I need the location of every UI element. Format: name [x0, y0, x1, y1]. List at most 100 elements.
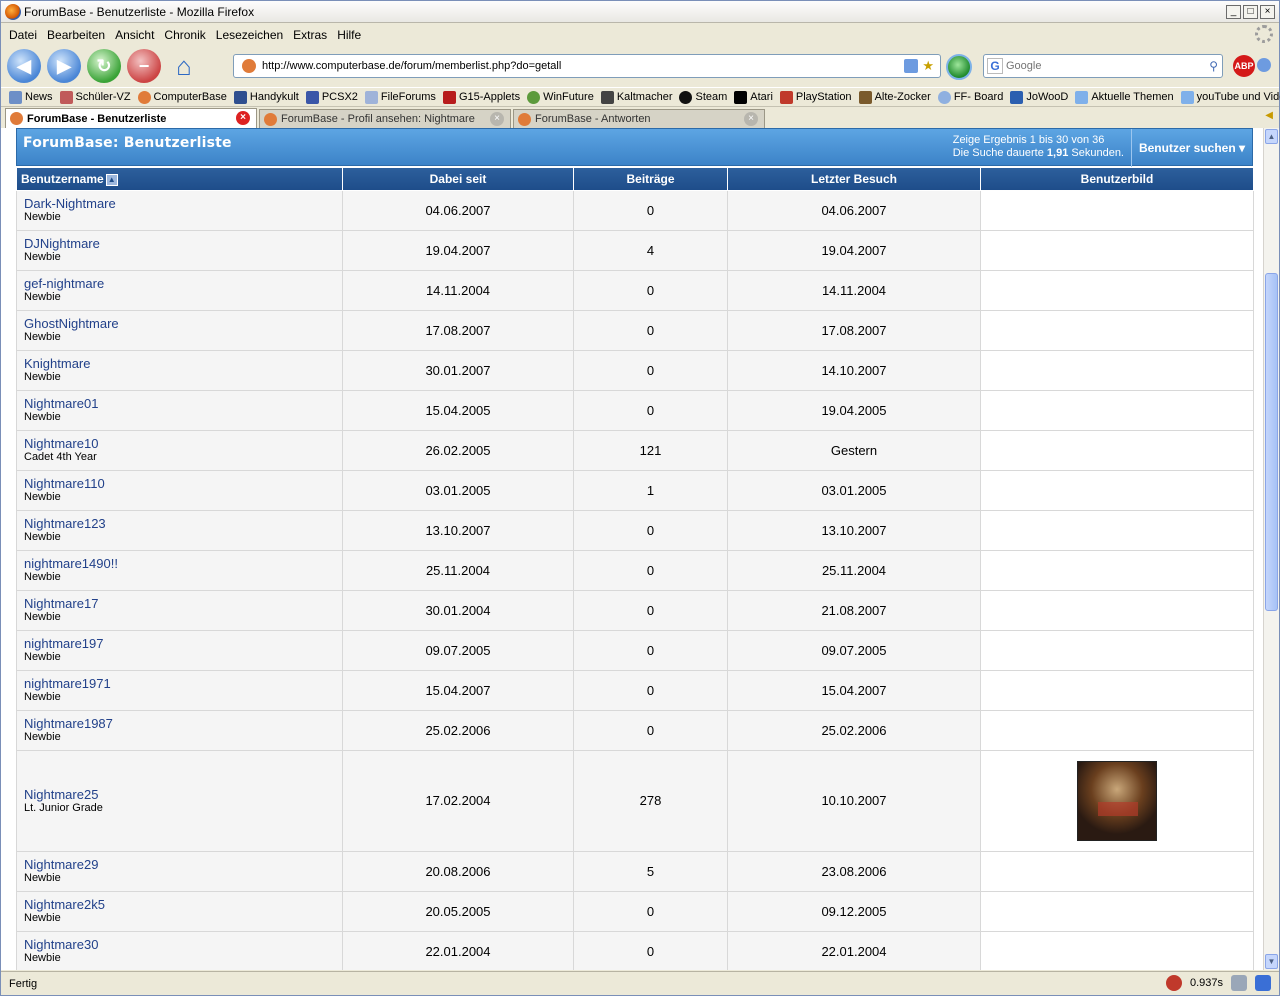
stop-button[interactable]: −: [127, 49, 161, 83]
url-text[interactable]: http://www.computerbase.de/forum/memberl…: [262, 60, 904, 72]
reload-button[interactable]: ↻: [87, 49, 121, 83]
menu-bearbeiten[interactable]: Bearbeiten: [47, 28, 105, 42]
search-box[interactable]: G ⚲: [983, 54, 1223, 78]
cell-posts: 0: [573, 509, 728, 551]
fasterfox-icon[interactable]: [1165, 975, 1182, 991]
page-info-icon[interactable]: [1231, 975, 1247, 991]
tab-close-icon[interactable]: ×: [490, 112, 504, 126]
cell-username: GhostNightmare Newbie: [16, 309, 343, 351]
user-rank: Newbie: [24, 491, 61, 503]
adblock-icon[interactable]: ABP: [1233, 55, 1255, 77]
scroll-thumb[interactable]: [1265, 273, 1278, 611]
minimize-button[interactable]: _: [1226, 5, 1241, 19]
menu-datei[interactable]: Datei: [9, 28, 37, 42]
tab-close-icon[interactable]: ×: [744, 112, 758, 126]
username-link[interactable]: Knightmare: [24, 357, 342, 371]
rss-icon[interactable]: [904, 59, 919, 73]
menu-lesezeichen[interactable]: Lesezeichen: [216, 28, 283, 42]
bookmark-item[interactable]: WinFuture: [527, 90, 594, 104]
window-title: ForumBase - Benutzerliste - Mozilla Fire…: [24, 4, 255, 19]
username-link[interactable]: Nightmare10: [24, 437, 342, 451]
username-link[interactable]: Nightmare110: [24, 477, 342, 491]
close-button[interactable]: ×: [1260, 5, 1275, 19]
user-avatar[interactable]: [1077, 760, 1157, 841]
tab-benutzerliste[interactable]: ForumBase - Benutzerliste ×: [5, 108, 257, 128]
bookmark-item[interactable]: Atari: [734, 90, 773, 104]
cell-joined: 04.06.2007: [342, 189, 574, 231]
username-link[interactable]: Nightmare2k5: [24, 898, 342, 912]
bookmark-item[interactable]: G15-Applets: [442, 90, 520, 104]
scroll-up-icon[interactable]: ▲: [1265, 129, 1278, 144]
username-link[interactable]: Nightmare01: [24, 397, 342, 411]
result-count: Zeige Ergebnis 1 bis 30 von 36: [952, 134, 1105, 146]
menu-hilfe[interactable]: Hilfe: [337, 28, 361, 42]
col-letzter-besuch[interactable]: Letzter Besuch: [727, 168, 981, 191]
menu-chronik[interactable]: Chronik: [164, 28, 205, 42]
bookmark-item[interactable]: youTube und Videos: [1180, 90, 1280, 104]
tab-antworten[interactable]: ForumBase - Antworten ×: [513, 109, 765, 128]
user-search-button[interactable]: Benutzer suchen ▾: [1131, 129, 1252, 167]
sort-asc-icon[interactable]: ▲: [105, 173, 118, 186]
username-link[interactable]: GhostNightmare: [24, 317, 342, 331]
username-link[interactable]: DJNightmare: [24, 237, 342, 251]
menu-ansicht[interactable]: Ansicht: [115, 28, 154, 42]
address-bar[interactable]: http://www.computerbase.de/forum/memberl…: [233, 54, 941, 78]
search-duration-prefix: Die Suche dauerte: [952, 147, 1044, 159]
username-link[interactable]: Nightmare29: [24, 858, 342, 872]
addon-icon[interactable]: [1255, 975, 1271, 991]
search-icon[interactable]: ⚲: [1209, 59, 1218, 73]
bookmark-star-icon[interactable]: ★: [922, 58, 934, 74]
tab-list-arrow-icon[interactable]: ◀: [1265, 110, 1273, 121]
bookmark-item[interactable]: Alte-Zocker: [858, 90, 931, 104]
tab-close-icon[interactable]: ×: [236, 111, 250, 125]
go-button[interactable]: [946, 54, 972, 80]
scroll-down-icon[interactable]: ▼: [1265, 954, 1278, 969]
cell-username: Nightmare17 Newbie: [16, 589, 343, 631]
bookmark-item[interactable]: JoWooD: [1010, 90, 1068, 104]
bookmark-item[interactable]: FF- Board: [937, 90, 1003, 104]
bookmark-item[interactable]: News: [9, 90, 53, 104]
bookmark-item[interactable]: PlayStation: [779, 90, 852, 104]
cell-last-visit: 13.10.2007: [727, 509, 981, 551]
cell-posts: 278: [573, 749, 728, 852]
username-link[interactable]: Dark-Nightmare: [24, 197, 342, 211]
user-rank: Newbie: [24, 571, 61, 583]
bookmark-item[interactable]: FileForums: [364, 90, 436, 104]
bookmark-item[interactable]: Handykult: [233, 90, 299, 104]
username-link[interactable]: nightmare1490!!: [24, 557, 342, 571]
col-beitraege[interactable]: Beiträge: [573, 168, 728, 191]
username-link[interactable]: Nightmare25: [24, 787, 342, 802]
back-button[interactable]: ◀: [7, 49, 41, 83]
vertical-scrollbar[interactable]: ▲ ▼: [1263, 128, 1279, 970]
maximize-button[interactable]: □: [1243, 5, 1258, 19]
bookmark-item[interactable]: Schüler-VZ: [59, 90, 131, 104]
bookmark-item[interactable]: ComputerBase: [137, 90, 227, 104]
bookmark-item[interactable]: Aktuelle Themen: [1075, 90, 1174, 104]
home-button[interactable]: ⌂: [167, 49, 201, 83]
bookmark-item[interactable]: PCSX2: [305, 90, 358, 104]
search-input[interactable]: [1006, 60, 1186, 72]
username-link[interactable]: Nightmare17: [24, 597, 342, 611]
tab-profil[interactable]: ForumBase - Profil ansehen: Nightmare ×: [259, 109, 511, 128]
bookmark-item[interactable]: Steam: [679, 90, 727, 104]
username-link[interactable]: Nightmare30: [24, 938, 342, 952]
menu-extras[interactable]: Extras: [293, 28, 327, 42]
col-dabei-seit[interactable]: Dabei seit: [342, 168, 574, 191]
cell-posts: 0: [573, 890, 728, 932]
forward-button[interactable]: ▶: [47, 49, 81, 83]
table-row: Nightmare17 Newbie 30.01.2004 0 21.08.2007: [16, 589, 1254, 631]
adblock-menu-icon[interactable]: [1257, 58, 1271, 72]
username-link[interactable]: Nightmare123: [24, 517, 342, 531]
username-link[interactable]: Nightmare1987: [24, 717, 342, 731]
google-icon[interactable]: G: [987, 58, 1003, 74]
username-link[interactable]: nightmare197: [24, 637, 342, 651]
cell-last-visit: 19.04.2007: [727, 229, 981, 271]
cell-avatar: [980, 930, 1254, 970]
username-link[interactable]: nightmare1971: [24, 677, 342, 691]
page-title: ForumBase: Benutzerliste: [23, 135, 232, 151]
bookmark-item[interactable]: Kaltmacher: [600, 90, 672, 104]
username-link[interactable]: gef-nightmare: [24, 277, 342, 291]
menu-bar: Datei Bearbeiten Ansicht Chronik Lesezei…: [1, 24, 1279, 46]
col-benutzername[interactable]: Benutzername ▲: [16, 168, 343, 191]
cell-joined: 20.08.2006: [342, 850, 574, 892]
